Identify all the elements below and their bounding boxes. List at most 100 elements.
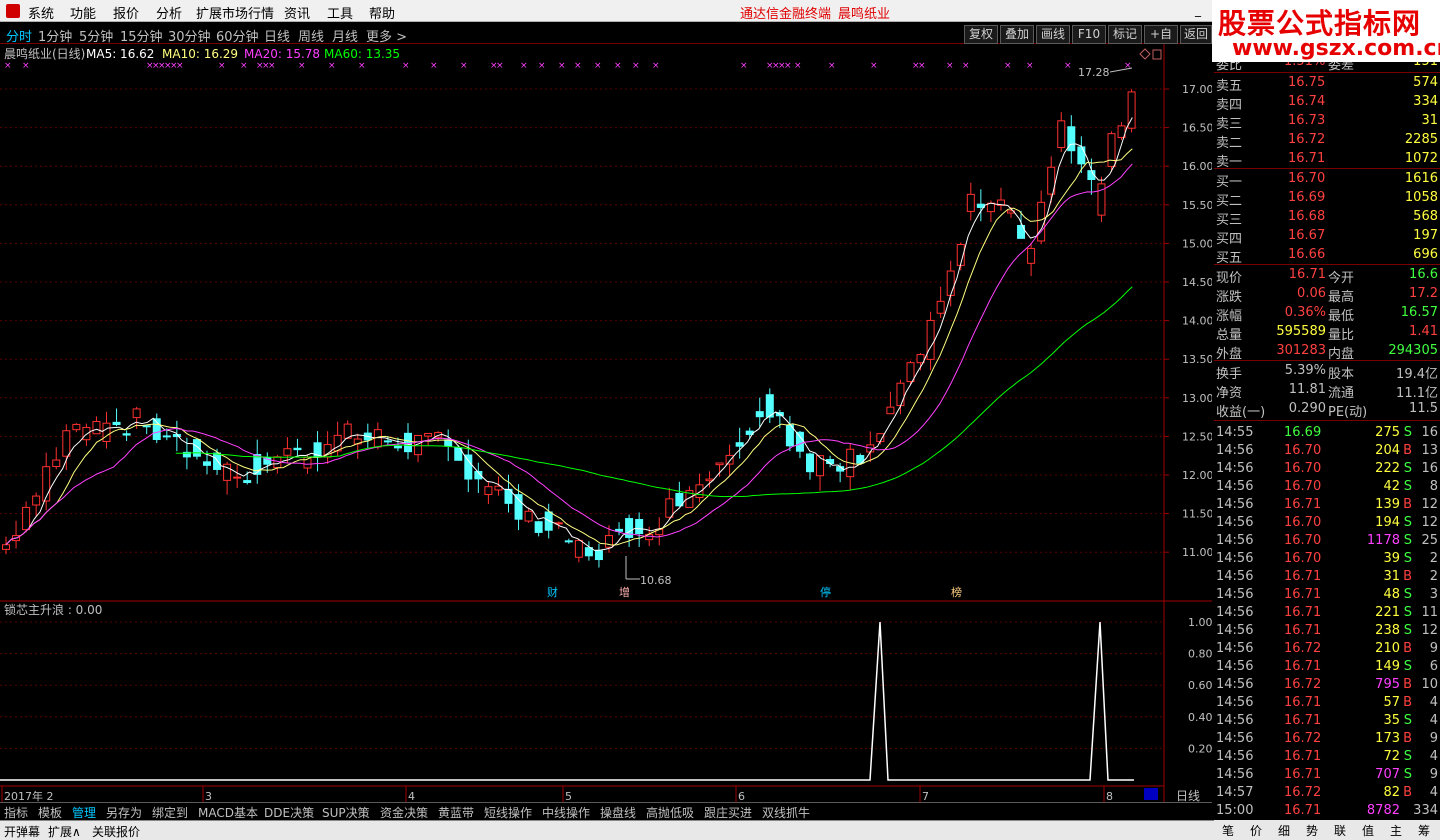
bid-label: 买一 [1216,175,1243,190]
ask-row-5: 卖五 16.75 574 [1214,74,1440,94]
period-monthly[interactable]: 月线 [332,26,358,45]
fund-label: 换手 [1216,367,1243,382]
fund-label-2: 流通 [1328,386,1355,401]
stat-label-2: 最低 [1328,309,1355,324]
extend-toggle[interactable]: 扩展∧ [48,823,81,840]
tab-11[interactable]: 中线操作 [542,804,590,821]
tick-side: S [1403,425,1412,440]
tick-count: 2 [1429,551,1438,566]
bid-price: 16.69 [1288,190,1326,205]
tab-14[interactable]: 跟庄买进 [704,804,752,821]
tab-13[interactable]: 高抛低吸 [646,804,694,821]
tick-side: B [1403,695,1412,710]
period-daily[interactable]: 日线 [264,26,290,45]
price-tick-8: 13.00 [1182,392,1212,405]
indicator-tick-4: 0.20 [1188,742,1212,755]
scroll-icon[interactable] [1144,788,1158,800]
menu-help[interactable]: 帮助 [369,3,395,22]
tick-side: B [1403,785,1412,800]
menu-analysis[interactable]: 分析 [156,3,182,22]
period-30min[interactable]: 30分钟 [168,26,211,45]
back-button[interactable]: 返回 [1180,25,1212,44]
tick-side: B [1403,443,1412,458]
bid-row-2: 买二 16.69 1058 [1214,189,1440,209]
event-halt[interactable]: 停 [820,585,831,599]
menu-system[interactable]: 系统 [28,3,54,22]
ask-volume: 334 [1413,94,1438,109]
tab-2[interactable]: 管理 [72,804,96,821]
kline-chart[interactable]: 17.00 16.50 16.00 15.50 15.00 14.50 14.00 13.50… [0,44,1212,802]
menu-tools[interactable]: 工具 [327,3,353,22]
tick-count: 4 [1429,695,1438,710]
tab-5[interactable]: MACD基本 [198,804,258,821]
event-ranking[interactable]: 榜 [951,585,962,599]
tick-price: 16.71 [1284,659,1322,674]
right-tab-5[interactable]: 值 [1362,822,1374,839]
period-weekly[interactable]: 周线 [298,26,324,45]
tick-row: 14:56 16.71 35 S 4 [1214,712,1440,731]
tab-9[interactable]: 黄蓝带 [438,804,474,821]
ask-label: 卖二 [1216,136,1243,151]
right-tab-3[interactable]: 势 [1306,822,1318,839]
ma5-legend: MA5: 16.62 [86,47,154,61]
tick-count: 9 [1429,731,1438,746]
date-tick-1: 3 [205,790,212,802]
tab-4[interactable]: 绑定到 [152,804,188,821]
right-tab-1[interactable]: 价 [1250,822,1262,839]
tab-1[interactable]: 模板 [38,804,62,821]
menu-function[interactable]: 功能 [70,3,96,22]
draw-line-button[interactable]: 画线 [1036,25,1070,44]
menu-news[interactable]: 资讯 [284,3,310,22]
tab-3[interactable]: 另存为 [106,804,142,821]
period-60min[interactable]: 60分钟 [216,26,259,45]
tab-8[interactable]: 资金决策 [380,804,428,821]
period-5min[interactable]: 5分钟 [79,26,113,45]
mark-button[interactable]: 标记 [1108,25,1142,44]
right-tab-7[interactable]: 筹 [1418,822,1430,839]
right-tab-4[interactable]: 联 [1334,822,1346,839]
tick-time: 14:56 [1216,569,1254,584]
tab-0[interactable]: 指标 [4,804,28,821]
right-tab-0[interactable]: 笔 [1222,822,1234,839]
right-tab-2[interactable]: 细 [1278,822,1290,839]
menu-quote[interactable]: 报价 [113,3,139,22]
tab-6[interactable]: DDE决策 [264,804,314,821]
svg-text:×: × [870,61,878,71]
f10-button[interactable]: F10 [1072,25,1106,44]
chart-stock-name: 晨鸣纸业(日线) [4,46,85,61]
adjust-button[interactable]: 复权 [964,25,998,44]
tick-time: 14:56 [1216,641,1254,656]
period-15min[interactable]: 15分钟 [120,26,163,45]
ask-volume: 1072 [1404,151,1438,166]
period-1min[interactable]: 1分钟 [38,26,72,45]
menu-extended-market[interactable]: 扩展市场行情 [196,3,274,22]
add-watchlist-button[interactable]: +自选 [1144,25,1178,58]
stat-row: 涨跌 0.06 最高 17.2 [1214,285,1440,305]
date-tick-2: 4 [408,790,415,802]
tick-time: 14:57 [1216,785,1254,800]
price-tick-2: 16.00 [1182,160,1212,173]
svg-text:×: × [794,61,802,71]
tick-row: 14:56 16.71 238 S 12 [1214,622,1440,641]
period-tick[interactable]: 分时 [6,26,32,45]
ask-volume: 2285 [1404,132,1438,147]
tick-price: 16.71 [1284,623,1322,638]
related-quote-button[interactable]: 关联报价 [92,823,140,840]
right-panel-tabs: 笔价细势联值主筹 [1214,820,1440,840]
stat-label: 涨跌 [1216,290,1243,305]
ask-label: 卖三 [1216,117,1243,132]
period-more[interactable]: 更多 > [366,26,407,45]
event-increase[interactable]: 增 [619,585,630,599]
barrage-toggle[interactable]: 开弹幕 [4,823,40,840]
tab-12[interactable]: 操盘线 [600,804,636,821]
indicator-tab-bar: 指标 模板 管理 另存为 绑定到 MACD基本 DDE决策 SUP决策 资金决策 黄蓝带 短线操作中… [0,802,1212,820]
tab-10[interactable]: 短线操作 [484,804,532,821]
tick-count: 25 [1421,533,1438,548]
tab-7[interactable]: SUP决策 [322,804,370,821]
right-tab-6[interactable]: 主 [1390,822,1402,839]
tick-volume: 8782 [1366,803,1400,818]
event-finance[interactable]: 财 [547,585,558,599]
overlay-button[interactable]: 叠加 [1000,25,1034,44]
tab-15[interactable]: 双线抓牛 [762,804,810,821]
minimize-icon[interactable]: _ [1190,2,1206,18]
